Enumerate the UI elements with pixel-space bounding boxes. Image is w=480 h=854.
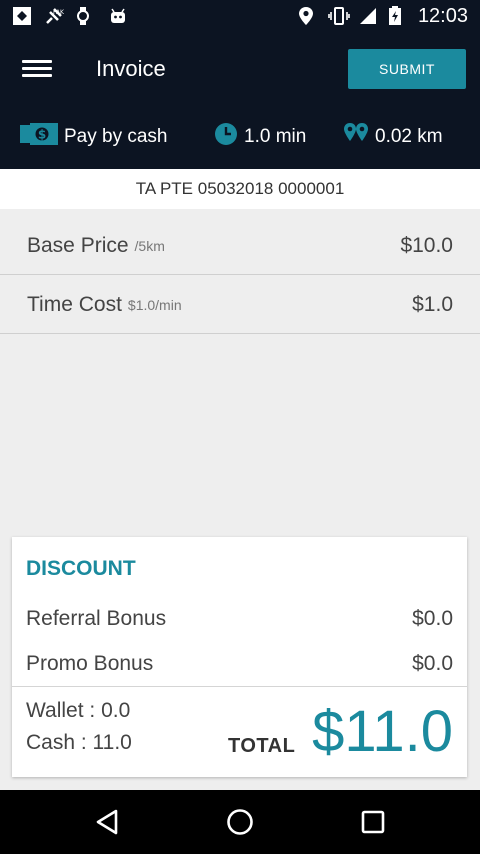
battery-icon [388,6,408,26]
line-item-value: $10.0 [400,233,453,257]
fake-gps-icon: FAK [44,6,65,26]
payment-method: $ Pay by cash [20,123,168,151]
menu-icon [22,60,52,63]
svg-text:$: $ [38,128,46,142]
status-bar: FAK 12:03 [0,0,480,32]
discount-title: DISCOUNT [26,557,136,580]
route-pin-icon [343,122,369,152]
line-item-label: Base Price [27,233,129,257]
bonus-value: $0.0 [412,607,453,630]
home-icon [227,809,253,835]
referral-bonus-row: Referral Bonus $0.0 [26,607,453,631]
payment-method-label: Pay by cash [64,126,168,147]
line-item-label: Time Cost [27,292,122,316]
trip-duration: 1.0 min [214,122,306,152]
invoice-number: TA PTE 05032018 0000001 [0,169,480,209]
vibrate-icon [328,6,350,26]
menu-icon-line [22,74,52,77]
trip-distance: 0.02 km [343,122,443,152]
menu-button[interactable] [22,56,52,82]
page-title: Invoice [96,56,166,81]
trip-info: $ Pay by cash 1.0 min 0.02 km [0,122,480,152]
total-value: $11.0 [312,699,453,764]
home-button[interactable] [222,804,258,840]
bonus-label: Referral Bonus [26,607,167,630]
line-item-time-cost: Time Cost $1.0/min $1.0 [0,276,480,334]
svg-text:FAK: FAK [53,9,65,16]
wallet-balance: Wallet : 0.0 [26,699,131,722]
signal-icon [358,6,378,26]
promo-bonus-row: Promo Bonus $0.0 [26,652,453,676]
line-item-sub: $1.0/min [127,296,182,313]
cash-amount: Cash : 11.0 [26,731,132,754]
trip-distance-value: 0.02 km [375,126,443,147]
cash-icon: $ [20,123,58,151]
app-icon [12,6,32,26]
recents-icon [361,810,385,834]
clock-icon [214,122,238,152]
line-item-base-price: Base Price /5km $10.0 [0,217,480,275]
menu-icon-line [22,67,52,70]
location-icon [298,6,318,26]
back-icon [96,809,118,835]
toolbar: Invoice SUBMIT [0,32,480,106]
line-item-sub: /5km [134,237,165,254]
back-button[interactable] [89,804,125,840]
summary-card: DISCOUNT Referral Bonus $0.0 Promo Bonus… [12,537,467,777]
invoice-header: Invoice SUBMIT $ Pay by cash 1.0 min 0.0… [0,32,480,169]
recents-button[interactable] [355,804,391,840]
total-label: TOTAL [228,735,296,757]
android-icon [108,6,128,26]
bonus-label: Promo Bonus [26,652,154,675]
trip-duration-value: 1.0 min [244,126,307,147]
divider [12,686,467,687]
submit-button[interactable]: SUBMIT [348,49,466,89]
navigation-bar [0,790,480,854]
watch-icon [76,6,96,26]
line-item-value: $1.0 [412,292,453,316]
status-time: 12:03 [417,4,468,27]
bonus-value: $0.0 [412,652,453,675]
